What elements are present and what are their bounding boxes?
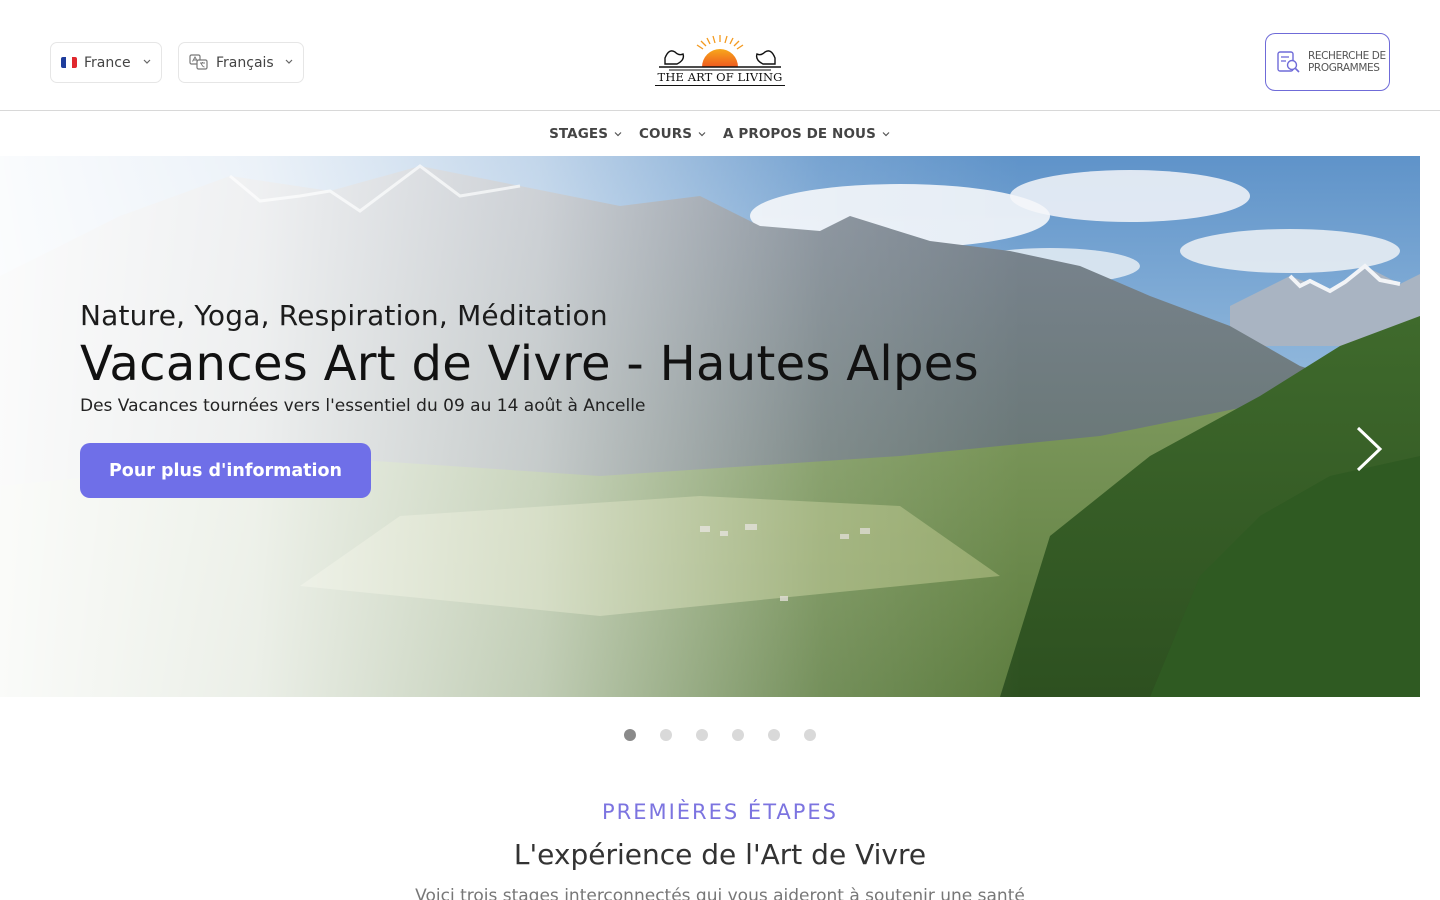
nav-item-label: COURS: [639, 126, 693, 142]
carousel-dot-6[interactable]: [804, 729, 816, 741]
carousel-dot-4[interactable]: [732, 729, 744, 741]
chevron-down-icon: [614, 132, 622, 137]
france-flag-icon: [61, 57, 77, 68]
language-selector[interactable]: Français: [178, 42, 304, 83]
logo-text: THE ART OF LIVING: [655, 70, 785, 86]
hero-title: Vacances Art de Vivre - Hautes Alpes: [80, 336, 979, 392]
chevron-down-icon: [698, 132, 706, 137]
chevron-down-icon: [285, 59, 293, 64]
sun-swans-logo-icon: [659, 35, 781, 71]
hero-overlay: [0, 156, 1420, 697]
nav-item-stages[interactable]: STAGES: [549, 126, 623, 142]
nav-item-cours[interactable]: COURS: [639, 126, 707, 142]
carousel-dot-1[interactable]: [624, 729, 636, 741]
hero-subtitle: Nature, Yoga, Respiration, Méditation: [80, 299, 608, 332]
search-programs-icon: [1277, 51, 1300, 73]
main-nav: STAGES COURS A PROPOS DE NOUS: [0, 112, 1440, 156]
hero-carousel: Nature, Yoga, Respiration, Méditation Va…: [0, 156, 1420, 697]
search-programs-label: RECHERCHE DE PROGRAMMES: [1308, 50, 1386, 74]
art-of-living-logo[interactable]: THE ART OF LIVING: [655, 34, 785, 90]
site-header: France Français THE ART OF LIVING RECHER…: [0, 0, 1440, 111]
section-eyebrow: PREMIÈRES ÉTAPES: [601, 800, 839, 824]
hero-description: Des Vacances tournées vers l'essentiel d…: [80, 396, 646, 416]
carousel-dot-2[interactable]: [660, 729, 672, 741]
country-label: France: [84, 54, 131, 71]
section-text: Voici trois stages interconnectés qui vo…: [415, 886, 1025, 900]
search-programs-button[interactable]: RECHERCHE DE PROGRAMMES: [1265, 33, 1390, 91]
section-title: L'expérience de l'Art de Vivre: [513, 838, 927, 871]
more-info-button[interactable]: Pour plus d'information: [80, 443, 371, 498]
language-icon: [189, 54, 209, 71]
chevron-down-icon: [143, 59, 151, 64]
carousel-dot-3[interactable]: [696, 729, 708, 741]
nav-item-label: STAGES: [549, 126, 609, 142]
chevron-down-icon: [882, 132, 890, 137]
nav-item-label: A PROPOS DE NOUS: [723, 126, 876, 142]
chevron-right-icon: [1356, 426, 1383, 472]
nav-item-a-propos[interactable]: A PROPOS DE NOUS: [723, 126, 891, 142]
carousel-next-button[interactable]: [1350, 424, 1390, 474]
carousel-dot-5[interactable]: [768, 729, 780, 741]
carousel-dots: [624, 729, 816, 741]
country-selector[interactable]: France: [50, 42, 162, 83]
language-label: Français: [216, 54, 274, 71]
